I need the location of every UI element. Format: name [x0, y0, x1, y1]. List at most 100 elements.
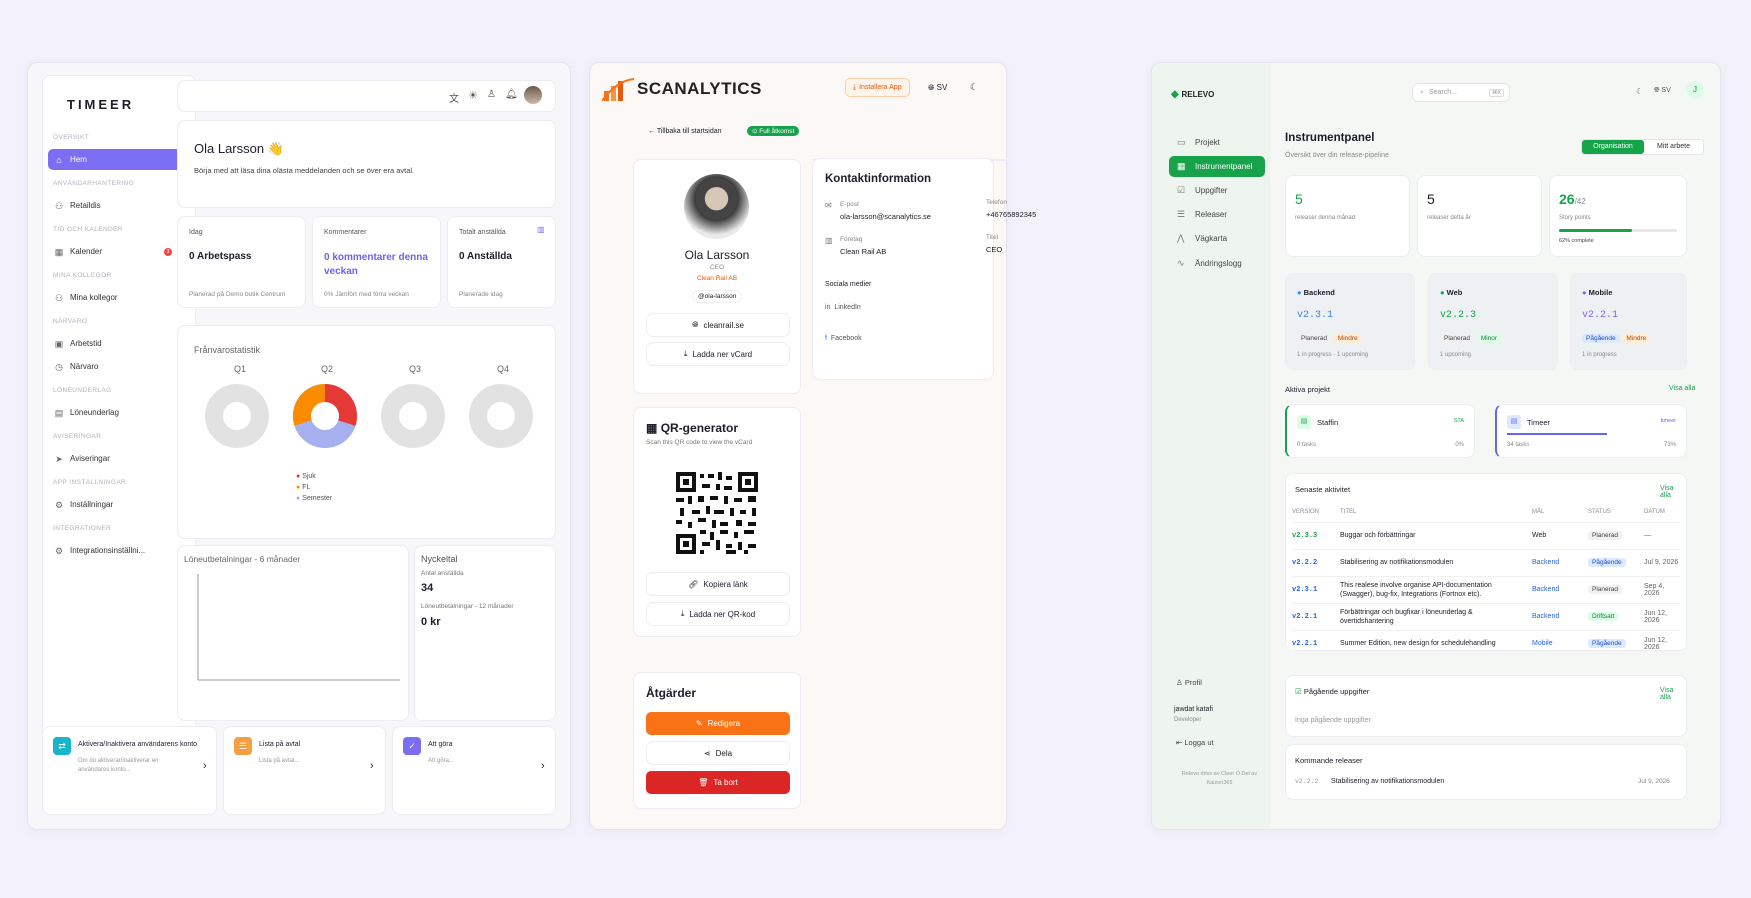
status-tag: Planerad	[1297, 334, 1332, 343]
see-all-link[interactable]: Visa alla	[1660, 687, 1686, 701]
size-tag: Mindre	[1333, 334, 1362, 343]
delete-button[interactable]: 🗑︎ Ta bort	[646, 771, 790, 794]
home-icon: ⌂	[56, 154, 62, 165]
download-qr-button[interactable]: ⤓ Ladda ner QR-kod	[646, 602, 790, 626]
release-title[interactable]: Stabilisering av notifikationsmodulen	[1331, 778, 1444, 785]
chevron-right-icon: ›	[370, 760, 374, 772]
stat-label: Story points	[1559, 215, 1591, 221]
download-vcard-button[interactable]: ⤓ Ladda ner vCard	[646, 342, 790, 366]
sidebar-item-roadmap[interactable]: ⋀ Vägkarta	[1169, 228, 1265, 249]
profile-role: CEO	[709, 264, 725, 271]
release-version: v2.2.2	[1295, 778, 1319, 785]
sidebar-item-releases[interactable]: ☰ Releaser	[1169, 204, 1265, 225]
sidebar-item-payroll[interactable]: ▤ Löneunderlag	[48, 402, 192, 423]
project-card[interactable]: ▤ Timeer timeer 34 tasks 73%	[1495, 404, 1687, 458]
platform-tags: Pågående Mindre	[1582, 332, 1651, 343]
language-selector[interactable]: 🌐︎ SV	[1654, 87, 1671, 95]
copy-link-button[interactable]: 🔗︎ Kopiera länk	[646, 572, 790, 596]
logout-link[interactable]: ⇤ Logga ut	[1176, 738, 1214, 747]
profile-link[interactable]: ♙ Profil	[1176, 678, 1202, 687]
language-selector[interactable]: 🌐︎ SV	[928, 83, 947, 93]
platform-version: v2.2.1	[1582, 310, 1619, 321]
project-tasks: 0 tasks	[1297, 442, 1317, 448]
row-version: v2.2.2	[1292, 548, 1340, 576]
table-row[interactable]: v2.3.3 Buggar och förbättringar Web Planera…	[1292, 521, 1680, 549]
footer-note: Relevo drivs av Cleer O Del av Kaizen365	[1181, 771, 1258, 786]
quarter-label: Q2	[321, 364, 334, 374]
back-link[interactable]: ← Tillbaka till startsidan	[648, 128, 722, 135]
project-card[interactable]: ▤ Staffin STA 0 tasks 0%	[1285, 404, 1475, 458]
stat-label: Kommentarer	[324, 229, 367, 236]
title-label: Titel	[986, 234, 999, 241]
install-app-button[interactable]: ⤓ Installera App	[845, 78, 910, 97]
avatar[interactable]	[524, 86, 542, 104]
share-button[interactable]: ⋖ Dela	[646, 741, 790, 765]
sidebar-item-projects[interactable]: ▭ Projekt	[1169, 132, 1265, 153]
project-percent: 0%	[1455, 442, 1464, 448]
qr-icon: ▦	[646, 421, 658, 435]
relevo-logo: ◆ RELEVO	[1171, 89, 1215, 100]
project-icon: ▤	[1507, 415, 1521, 429]
table-row[interactable]: v2.2.1 Summer Edition, new design for sch…	[1292, 629, 1680, 657]
key-figures-title: Nyckeltal	[421, 554, 458, 564]
stat-card: Totalt anställda ▥ 0 Anställda Planerade…	[447, 216, 556, 308]
see-all-link[interactable]: Visa alla	[1669, 385, 1695, 392]
platform-card[interactable]: ● Mobile v2.2.1 Pågående Mindre 1 in progre…	[1570, 273, 1687, 370]
user-icon[interactable]: ♙	[487, 89, 496, 100]
platform-card[interactable]: ● Backend v2.3.1 Planerad Mindre 1 in progr…	[1285, 273, 1415, 370]
title-value: CEO	[986, 245, 1003, 254]
action-card[interactable]: ✓ Att göra Att göra... ›	[392, 726, 556, 815]
platform-card[interactable]: ● Web v2.2.3 Planerad Minor 1 upcoming	[1428, 273, 1558, 370]
toggle-organisation[interactable]: Organisation	[1582, 140, 1644, 154]
sidebar-item-settings[interactable]: ⚙Inställningar›	[48, 494, 192, 515]
platform-foot: 1 upcoming	[1440, 352, 1472, 358]
clock-icon: ◷	[55, 361, 63, 372]
profile-company: Clean Rail AB	[696, 275, 738, 282]
sidebar-item-calendar[interactable]: ▦Kalender3›	[48, 241, 192, 262]
sidebar-item-integrations[interactable]: ⚙Integrationsinställni...›	[48, 540, 192, 561]
section-label: INTEGRATIONER	[53, 525, 112, 532]
sidebar-item-dashboard[interactable]: ▦ Instrumentpanel	[1169, 156, 1265, 177]
sidebar-item-notifications[interactable]: ➤Aviseringar›	[48, 448, 192, 469]
sidebar-item-colleagues[interactable]: ⚇ Mina kollegor	[48, 287, 192, 308]
quarter-label: Q3	[409, 364, 422, 374]
ongoing-title: ☑ Pågående uppgifter	[1295, 687, 1370, 696]
table-row[interactable]: v2.2.1 Förbättringar och bugfixar i löneu…	[1292, 602, 1680, 630]
ongoing-tasks-card: ☑ Pågående uppgifter Visa alla Inga pågå…	[1285, 675, 1687, 737]
see-all-link[interactable]: Visa alla	[1660, 485, 1686, 499]
search-input[interactable]: ⌕ Search... ⌘K	[1412, 83, 1510, 102]
toggle-my-work[interactable]: Mitt arbete	[1644, 140, 1703, 154]
sidebar-item-worktime[interactable]: ▣ Arbetstid	[48, 333, 192, 354]
stat-sub: Planerade idag	[459, 291, 503, 298]
row-title: This realese involve organise API-docume…	[1340, 575, 1532, 603]
translate-icon[interactable]: 文	[449, 90, 459, 105]
checklist-icon: ✓	[403, 737, 421, 755]
table-row[interactable]: v2.3.1 This realese involve organise API-…	[1292, 575, 1680, 603]
stat-label: Idag	[189, 229, 203, 236]
sidebar-item-home[interactable]: ⌂ Hem	[48, 149, 192, 170]
download-icon: ⤓	[683, 349, 688, 358]
phone-value[interactable]: +46765892345	[986, 210, 1036, 219]
download-icon: ⤓	[680, 609, 685, 618]
sidebar-item-retaildis[interactable]: ⚇ Retaildis	[48, 195, 192, 216]
moon-icon[interactable]: ☾	[970, 82, 978, 93]
action-card[interactable]: ☰ Lista på avtal Lista på avtal... ›	[223, 726, 386, 815]
sun-icon[interactable]: ☀	[468, 89, 478, 102]
bell-icon[interactable]: 🔔︎	[505, 89, 518, 100]
edit-button[interactable]: ✎ Redigera	[646, 712, 790, 735]
sidebar-item-attendance[interactable]: ◷ Närvaro	[48, 356, 192, 377]
moon-icon[interactable]: ☾	[1636, 87, 1643, 96]
actions-card: Åtgärder ✎ Redigera ⋖ Dela 🗑︎ Ta bort	[633, 672, 801, 809]
row-target: Backend	[1532, 602, 1588, 630]
table-row[interactable]: v2.2.2 Stabilisering av notifikationsmodu…	[1292, 548, 1680, 576]
upcoming-releases-card: Kommande releaser v2.2.2 Stabilisering a…	[1285, 744, 1687, 800]
platform-foot: 1 in progress · 1 upcoming	[1297, 352, 1369, 358]
sidebar-item-changelog[interactable]: ∿ Ändringslogg	[1169, 253, 1265, 274]
sidebar-item-tasks[interactable]: ☑ Uppgifter	[1169, 180, 1265, 201]
avatar[interactable]: J	[1686, 81, 1704, 99]
action-card[interactable]: ⇄ Aktivera/Inaktivera användarens konto …	[42, 726, 217, 815]
active-projects-title: Aktiva projekt	[1285, 385, 1331, 394]
row-status: Pågående	[1588, 639, 1626, 649]
website-button[interactable]: 🌐︎ cleanrail.se	[646, 313, 790, 337]
key-value: 0 kr	[421, 616, 441, 628]
